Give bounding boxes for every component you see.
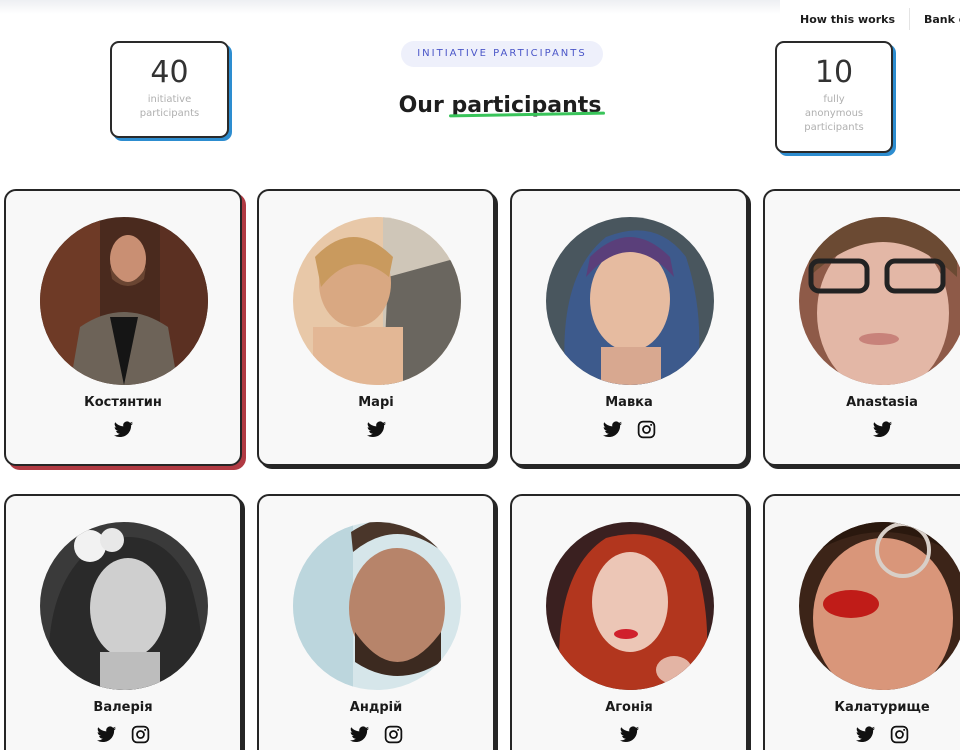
nav-divider <box>909 8 910 30</box>
participant-avatar <box>293 217 461 385</box>
stat-card-anonymous-participants: 10 fully anonymous participants <box>775 41 893 153</box>
participant-avatar <box>293 522 461 690</box>
participant-name: Anastasia <box>846 395 918 410</box>
top-faded-strip <box>0 0 780 14</box>
participant-card[interactable]: Калатурище <box>763 494 960 750</box>
participant-name: Марі <box>358 395 394 410</box>
participant-name: Андрій <box>349 700 403 715</box>
instagram-icon[interactable] <box>889 724 910 745</box>
participant-avatar <box>799 522 960 690</box>
twitter-icon[interactable] <box>113 419 134 440</box>
twitter-icon[interactable] <box>602 419 623 440</box>
stat-label-line: fully <box>823 94 845 105</box>
stat-label-line: initiative <box>147 94 192 105</box>
title-word: Our <box>398 93 444 118</box>
twitter-icon[interactable] <box>96 724 117 745</box>
stat-label: initiative participants <box>112 93 227 121</box>
social-links <box>259 724 493 745</box>
instagram-icon[interactable] <box>383 724 404 745</box>
participant-avatar <box>40 522 208 690</box>
social-links <box>765 724 960 745</box>
participant-name: Калатурище <box>834 700 930 715</box>
social-links <box>765 419 960 440</box>
twitter-icon[interactable] <box>619 724 640 745</box>
participant-avatar <box>546 217 714 385</box>
nav-link-how-this-works[interactable]: How this works <box>800 13 895 26</box>
participant-name: Мавка <box>605 395 653 410</box>
participant-avatar <box>799 217 960 385</box>
social-links <box>259 419 493 440</box>
twitter-icon[interactable] <box>872 419 893 440</box>
participant-card[interactable]: Мавка <box>510 189 748 466</box>
participant-name: Валерія <box>93 700 153 715</box>
stat-value: 40 <box>150 55 189 90</box>
instagram-icon[interactable] <box>130 724 151 745</box>
participant-card[interactable]: Марі <box>257 189 495 466</box>
twitter-icon[interactable] <box>366 419 387 440</box>
twitter-icon[interactable] <box>855 724 876 745</box>
instagram-icon[interactable] <box>636 419 657 440</box>
social-links <box>6 724 240 745</box>
section-eyebrow-badge: INITIATIVE PARTICIPANTS <box>401 41 603 67</box>
stat-value: 10 <box>814 55 854 90</box>
participant-card[interactable]: Валерія <box>4 494 242 750</box>
participant-name: Костянтин <box>84 395 162 410</box>
participant-avatar <box>546 522 714 690</box>
participant-name: Агонія <box>605 700 653 715</box>
social-links <box>512 724 746 745</box>
stat-label-line: participants <box>804 122 864 133</box>
page-title: Our participants <box>380 93 620 118</box>
title-highlight-word: participants <box>451 93 602 118</box>
stat-label-line: participants <box>139 108 200 119</box>
participant-card[interactable]: Андрій <box>257 494 495 750</box>
participant-card[interactable]: Костянтин <box>4 189 242 466</box>
nav-link-bank-details[interactable]: Bank de <box>924 13 960 26</box>
social-links <box>512 419 746 440</box>
participant-card[interactable]: Агонія <box>510 494 748 750</box>
stat-label-line: anonymous <box>804 108 864 119</box>
social-links <box>6 419 240 440</box>
participant-avatar <box>40 217 208 385</box>
participant-card[interactable]: Anastasia <box>763 189 960 466</box>
stat-label: fully anonymous participants <box>777 93 891 135</box>
twitter-icon[interactable] <box>349 724 370 745</box>
top-nav: How this works Bank de <box>800 8 960 30</box>
stat-card-initiative-participants: 40 initiative participants <box>110 41 229 138</box>
